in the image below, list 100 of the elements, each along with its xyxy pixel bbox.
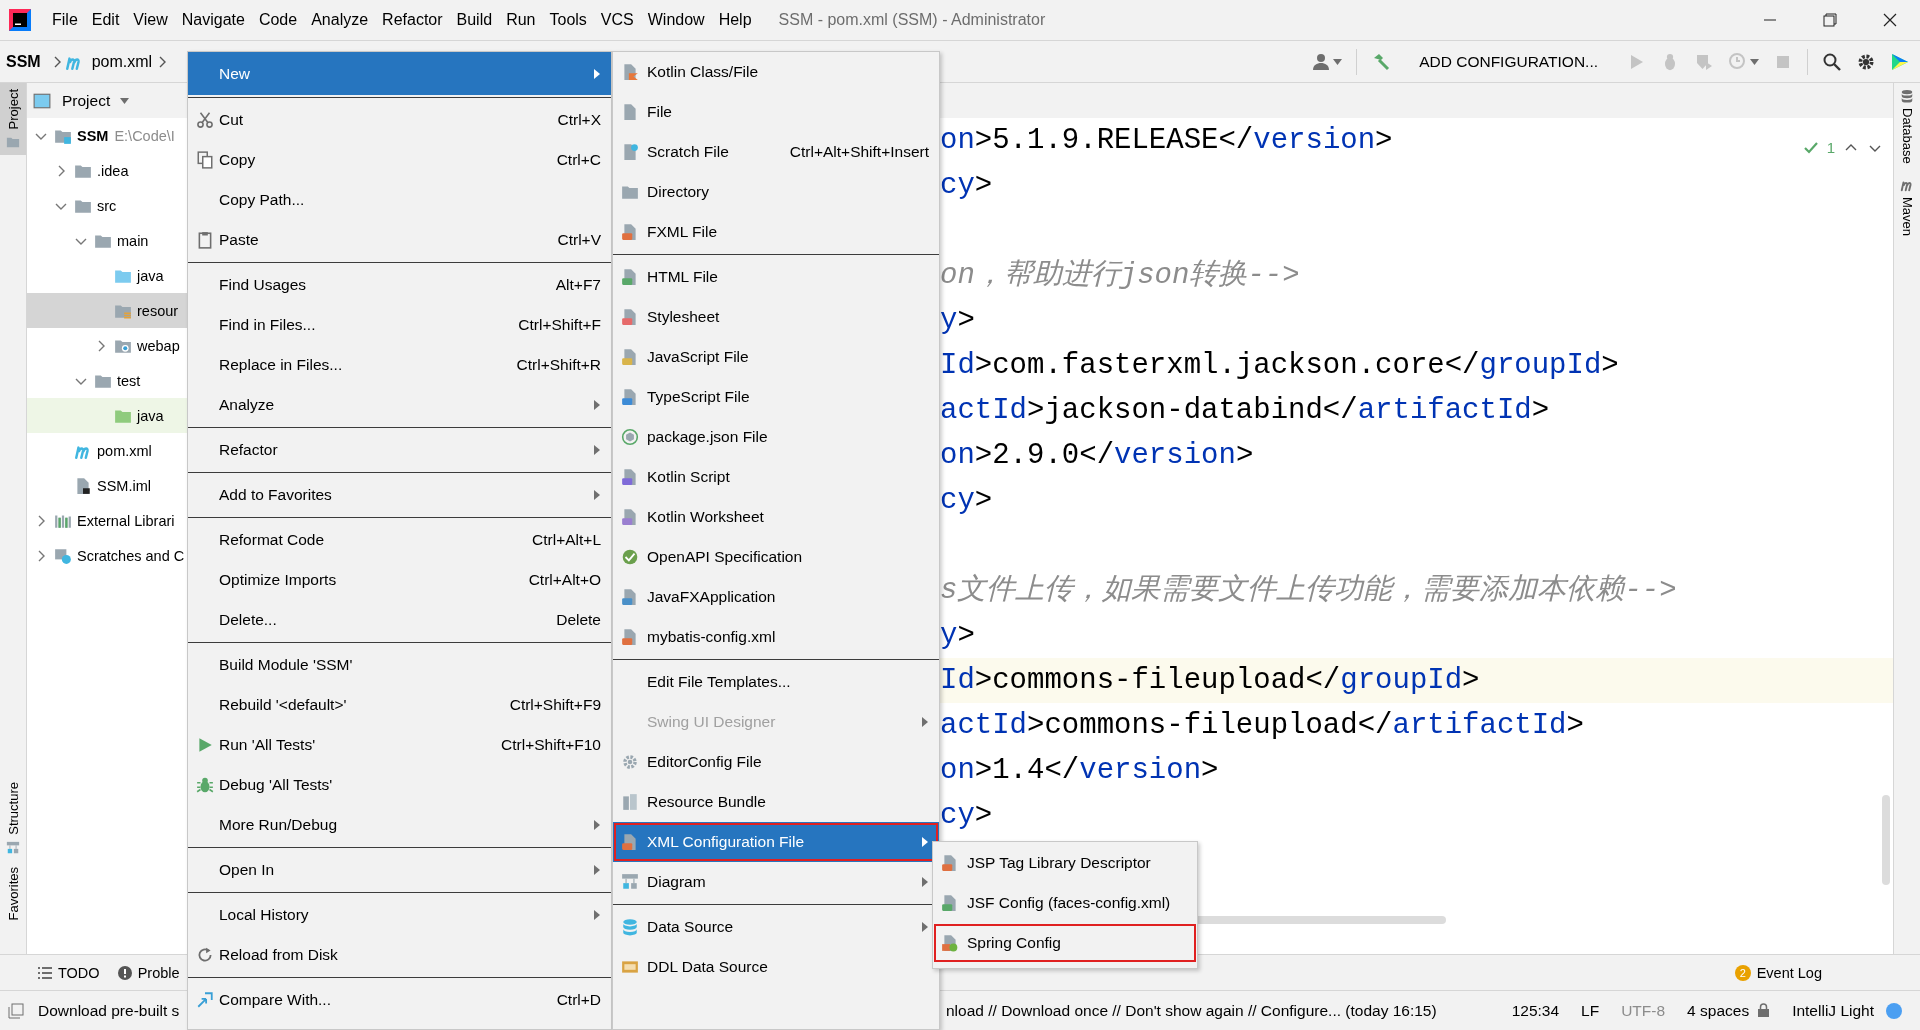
tool-window-tab[interactable]: Database [1899,89,1915,164]
menu-item[interactable]: Compare With... Ctrl+D [188,980,611,1020]
menu-item[interactable]: Delete... Delete [188,600,611,640]
menu-item[interactable]: JavaFXApplication [613,577,939,617]
close-icon[interactable] [1881,11,1899,29]
menu-item[interactable]: Local History [188,895,611,935]
menu-item[interactable]: Optimize Imports Ctrl+Alt+O [188,560,611,600]
menu-item[interactable]: Resource Bundle [613,782,939,822]
menu-item[interactable]: New [188,52,611,95]
menu-item[interactable]: Kotlin Script [613,457,939,497]
tree-item[interactable]: java [27,398,188,433]
menu-item[interactable]: Reload from Disk [188,935,611,975]
tree-item[interactable]: src [27,188,188,223]
menu-item[interactable]: Scratch File Ctrl+Alt+Shift+Insert [613,132,939,172]
menu-item[interactable]: JavaScript File [613,337,939,377]
file-icon [74,476,92,495]
cursor-position[interactable]: 125:34 [1511,1001,1560,1020]
tool-window-button[interactable]: Event Log [1756,964,1822,981]
tool-window-button[interactable]: Proble [117,964,180,981]
breadcrumb[interactable]: pom.xml [91,52,153,71]
status-indicator[interactable] [1886,1002,1902,1019]
menu-item[interactable]: Edit File Templates... [613,662,939,702]
menu-item[interactable]: Run [499,7,543,33]
menu-item[interactable]: Tools [542,7,594,33]
caret-icon[interactable] [120,97,130,104]
menu-item[interactable]: File [45,7,85,33]
menu-item[interactable]: Add to Favorites [188,475,611,515]
indent-setting[interactable]: 4 spaces [1687,1001,1750,1020]
menu-item[interactable]: Analyze [188,385,611,425]
lock-icon[interactable] [1757,1003,1771,1018]
logo-icon[interactable] [1890,51,1910,72]
caret-icon[interactable] [1333,58,1343,65]
menu-item[interactable]: HTML File [613,257,939,297]
menu-item[interactable]: Stylesheet [613,297,939,337]
submenu-arrow-icon [593,400,601,410]
menu-item[interactable]: Refactor [188,430,611,470]
caret-icon[interactable] [1750,58,1759,65]
menu-item[interactable]: View [126,7,175,33]
tree-item[interactable]: pom.xml [27,433,188,468]
menu-item[interactable]: FXML File [613,212,939,252]
menu-item[interactable]: More Run/Debug [188,805,611,845]
list-icon [38,965,52,980]
menu-item[interactable]: TypeScript File [613,377,939,417]
menu-item[interactable]: XML Configuration File [613,822,939,862]
menu-item[interactable]: Help [711,7,759,33]
menu-item[interactable]: Navigate [174,7,252,33]
tree-item[interactable]: java [27,258,188,293]
tree-item[interactable]: resour [27,293,188,328]
tree-item[interactable]: test [27,363,188,398]
tree-item[interactable]: main [27,223,188,258]
tool-window-tab[interactable]: Structure [0,775,26,861]
menu-item[interactable]: Debug 'All Tests' [188,765,611,805]
menu-item[interactable]: Kotlin Worksheet [613,497,939,537]
scrollbar[interactable] [1882,795,1890,885]
menu-item[interactable]: Find in Files... Ctrl+Shift+F [188,305,611,345]
theme-name[interactable]: IntelliJ Light [1792,1001,1874,1020]
tree-item[interactable]: .idea [27,153,188,188]
menu-item[interactable]: mybatis-config.xml [613,617,939,657]
menu-item[interactable]: Kotlin Class/File [613,52,939,92]
run-configuration-button[interactable]: ADD CONFIGURATION... [1419,52,1598,71]
breadcrumb[interactable]: SSM [6,52,41,71]
shortcut-text: Ctrl+X [557,111,601,129]
menu-item[interactable]: Directory [613,172,939,212]
tree-item[interactable]: External Librari [27,503,188,538]
tree-item[interactable]: SSM.iml [27,468,188,503]
menu-item[interactable]: Build Module 'SSM' [188,645,611,685]
tool-window-tab[interactable]: Maven [1899,177,1915,236]
tool-window-tab[interactable]: Favorites [0,860,26,946]
menu-item[interactable]: Copy Path... [188,180,611,220]
menu-item[interactable]: Run 'All Tests' Ctrl+Shift+F10 [188,725,611,765]
user-icon[interactable] [1311,51,1332,72]
menu-item[interactable]: Edit [84,7,127,33]
menu-item[interactable]: Code [251,7,305,33]
menu-item[interactable]: Analyze [304,7,376,33]
menu-item[interactable]: Build [449,7,500,33]
menu-item[interactable]: Reformat Code Ctrl+Alt+L [188,520,611,560]
menu-item[interactable]: OpenAPI Specification [613,537,939,577]
line-separator[interactable]: LF [1581,1001,1600,1020]
menu-item[interactable]: Cut Ctrl+X [188,100,611,140]
menu-item[interactable]: Open In [188,850,611,890]
menu-item[interactable]: Refactor [375,7,450,33]
menu-item[interactable]: VCS [593,7,641,33]
menu-item[interactable]: Rebuild '<default>' Ctrl+Shift+F9 [188,685,611,725]
panel-title[interactable]: Project [62,91,111,110]
menu-item[interactable]: Replace in Files... Ctrl+Shift+R [188,345,611,385]
menu-item[interactable]: Find Usages Alt+F7 [188,265,611,305]
xml-file-icon [941,854,959,872]
restore-icon[interactable] [1821,11,1839,29]
menu-item[interactable]: Window [640,7,712,33]
menu-item[interactable]: package.json File [613,417,939,457]
menu-item[interactable]: File [613,92,939,132]
tree-item[interactable]: webap [27,328,188,363]
tool-window-tab[interactable]: Project [0,83,26,156]
tree-item[interactable]: Scratches and C [27,538,188,573]
tree-item[interactable]: SSM E:\Code\I [27,118,188,153]
menu-item[interactable]: Paste Ctrl+V [188,220,611,260]
tool-window-button[interactable]: TODO [38,964,100,981]
menu-item[interactable]: EditorConfig File [613,742,939,782]
menu-item[interactable]: Copy Ctrl+C [188,140,611,180]
search-icon[interactable] [1822,51,1842,72]
